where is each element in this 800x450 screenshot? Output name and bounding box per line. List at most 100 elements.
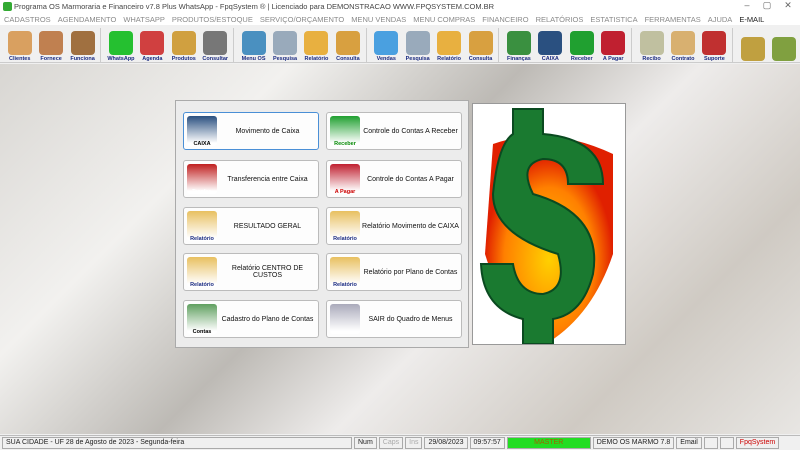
menu-e-mail[interactable]: E-MAIL	[739, 15, 764, 24]
toolbar-button-item29[interactable]	[769, 26, 800, 62]
menu-menu-vendas[interactable]: MENU VENDAS	[351, 15, 406, 24]
icon-caption: Tranfer.	[192, 189, 212, 195]
toolbar-button-whatsapp[interactable]: WhatsApp	[105, 26, 136, 62]
button-cadastro-do-plano-de-contas[interactable]: Contas Cadastro do Plano de Contas	[183, 300, 319, 338]
icon-caption: Relatório	[190, 236, 214, 242]
toolbar-button-consulta[interactable]: Consulta	[332, 26, 363, 62]
pagar-icon: A Pagar	[330, 164, 360, 195]
toolbar-button-suporte[interactable]: Suporte	[699, 26, 730, 62]
button-label: Relatório por Plano de Contas	[363, 268, 458, 276]
toolbar-button-recibo[interactable]: Recibo	[636, 26, 667, 62]
calculator-icon[interactable]	[719, 437, 734, 449]
toolbar-button-consulta[interactable]: Consulta	[465, 26, 496, 62]
button-label: SAIR do Quadro de Menus	[368, 315, 453, 323]
toolbar-button-pesquisa[interactable]: Pesquisa	[402, 26, 433, 62]
toolbar-button-contrato[interactable]: Contrato	[667, 26, 698, 62]
toolbar-button-relat-rio[interactable]: Relatório	[301, 26, 332, 62]
menu-produtos-estoque[interactable]: PRODUTOS/ESTOQUE	[172, 15, 253, 24]
menu-cadastros[interactable]: CADASTROS	[4, 15, 51, 24]
toolbar-button-pesquisa[interactable]: Pesquisa	[269, 26, 300, 62]
button-label: RESULTADO GERAL	[233, 222, 302, 230]
menu-estatistica[interactable]: ESTATISTICA	[590, 15, 637, 24]
icon-caption: Relatório	[333, 236, 357, 242]
toolbar-label: CAIXA	[541, 56, 559, 62]
toolbar-label: A Pagar	[602, 56, 624, 62]
toolbar-button-relat-rio[interactable]: Relatório	[433, 26, 464, 62]
toolbar-button-receber[interactable]: Receber	[566, 26, 597, 62]
menu-menu-compras[interactable]: MENU COMPRAS	[413, 15, 475, 24]
button-relat-rio-movimento-de-caixa[interactable]: Relatório Relatório Movimento de CAIXA	[326, 207, 462, 245]
pesquisa-icon	[273, 31, 298, 55]
menu-bar: CADASTROS AGENDAMENTO WHATSAPP PRODUTOS/EST…	[0, 13, 800, 25]
toolbar-label: Clientes	[9, 56, 31, 62]
recibo-icon	[639, 31, 664, 55]
status-email[interactable]: Email	[676, 437, 702, 449]
toolbar-label: Recibo	[642, 56, 661, 62]
menu-ferramentas[interactable]: FERRAMENTAS	[645, 15, 701, 24]
toolbar-separator	[232, 28, 236, 62]
a-pagar-icon	[601, 31, 626, 55]
caixa-icon	[538, 31, 563, 55]
toolbar-separator	[498, 28, 501, 62]
contrato-icon	[670, 31, 695, 55]
toolbar-button-clientes[interactable]: Clientes	[4, 26, 35, 62]
toolbar-label: Relatório	[304, 56, 329, 62]
status-brand[interactable]: FpqSystem	[735, 437, 780, 449]
status-date: 29/08/2023	[424, 437, 468, 449]
toolbar-label: Agenda	[142, 56, 163, 62]
toolbar-button-a-pagar[interactable]: A Pagar	[597, 26, 628, 62]
toolbar-label: Suporte	[704, 56, 725, 62]
status-user: MASTER	[506, 437, 591, 449]
report-icon: Relatório	[330, 257, 360, 288]
icon-caption: Receber	[334, 141, 356, 147]
toolbar-label: Pesquisa	[272, 56, 298, 62]
toolbar-button-caixa[interactable]: CAIXA	[535, 26, 566, 62]
toolbar-label: Consultar	[202, 56, 229, 62]
toolbar-label: Vendas	[376, 56, 396, 62]
menu-servi-o-or-amento[interactable]: SERVIÇO/ORÇAMENTO	[260, 15, 344, 24]
toolbar-button-funciona[interactable]: Funciona	[67, 26, 98, 62]
funciona-icon	[70, 31, 95, 55]
button-sair-do-quadro-de-menus[interactable]: SAIR do Quadro de Menus	[326, 300, 462, 338]
menu-ajuda[interactable]: AJUDA	[708, 15, 733, 24]
button-relat-rio-centro-de-custos[interactable]: Relatório Relatório CENTRO DE CUSTOS	[183, 253, 319, 291]
receber-icon: Receber	[330, 116, 360, 147]
button-label: Controle do Contas A Receber	[363, 127, 458, 135]
suporte-icon	[702, 31, 727, 55]
button-resultado-geral[interactable]: Relatório RESULTADO GERAL	[183, 207, 319, 245]
toolbar-button-item28[interactable]	[737, 26, 768, 62]
window-title: Programa OS Marmoraria e Financeiro v7.8…	[14, 2, 495, 11]
menu-whatsapp[interactable]: WHATSAPP	[123, 15, 165, 24]
toolbar-button-vendas[interactable]: Vendas	[371, 26, 402, 62]
toolbar-label: Consulta	[468, 56, 493, 62]
button-controle-do-contas-a-receber[interactable]: Receber Controle do Contas A Receber	[326, 112, 462, 150]
toolbar-label: Contrato	[671, 56, 695, 62]
toolbar-label: Fornece	[40, 56, 62, 62]
button-controle-do-contas-a-pagar[interactable]: A Pagar Controle do Contas A Pagar	[326, 160, 462, 198]
toolbar-button-agenda[interactable]: Agenda	[137, 26, 168, 62]
button-movimento-de-caixa[interactable]: CAIXA Movimento de Caixa	[183, 112, 319, 150]
menu-financeiro[interactable]: FINANCEIRO	[482, 15, 528, 24]
fornece-icon	[39, 31, 64, 55]
finance-menu-panel: CAIXA Movimento de Caixa Receber Controle d…	[175, 100, 469, 348]
toolbar-button-consultar[interactable]: Consultar	[200, 26, 231, 62]
button-transferencia-entre-caixa[interactable]: Tranfer. Transferencia entre Caixa	[183, 160, 319, 198]
status-ins: Ins	[405, 437, 423, 449]
relat-rio-icon	[437, 31, 462, 55]
icon-caption: Contas	[192, 329, 212, 335]
toolbar-button-finan-as[interactable]: Finanças	[503, 26, 534, 62]
menu-agendamento[interactable]: AGENDAMENTO	[58, 15, 117, 24]
toolbar-button-fornece[interactable]: Fornece	[35, 26, 66, 62]
toolbar-button-menu-os[interactable]: Menu OS	[238, 26, 269, 62]
toolbar-button-produtos[interactable]: Produtos	[168, 26, 199, 62]
close-button[interactable]: ✕	[776, 0, 800, 13]
status-caps: Caps	[378, 437, 404, 449]
button-label: Relatório Movimento de CAIXA	[362, 222, 459, 230]
status-time: 09:57:57	[469, 437, 505, 449]
relat-rio-icon	[304, 31, 329, 55]
menu-relat-rios[interactable]: RELATÓRIOS	[536, 15, 584, 24]
tool-icon	[740, 37, 765, 61]
button-relat-rio-por-plano-de-contas[interactable]: Relatório Relatório por Plano de Contas	[326, 253, 462, 291]
printer-icon[interactable]	[703, 437, 718, 449]
toolbar-label: Consulta	[336, 56, 360, 62]
